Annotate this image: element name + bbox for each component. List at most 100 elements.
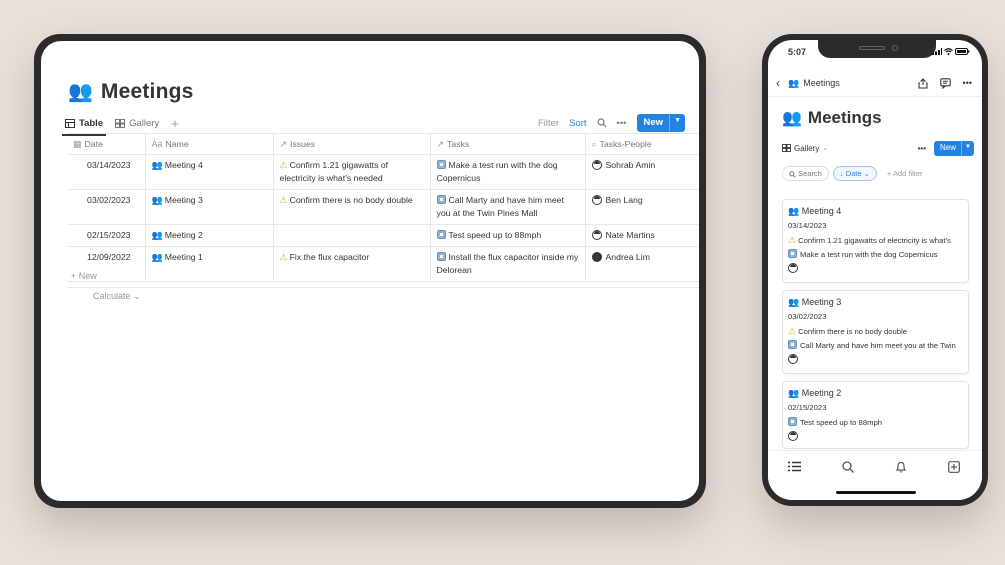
avatar [591, 195, 602, 205]
bell-icon[interactable] [895, 461, 907, 473]
gallery-card[interactable]: 👥 Meeting 2 02/15/2023 Test speed up to … [782, 381, 969, 449]
divider [768, 96, 982, 97]
cell-name[interactable]: 👥 Meeting 4 [145, 154, 274, 190]
wifi-icon [943, 48, 953, 56]
cell-person[interactable]: Nate Martins [585, 224, 699, 247]
table-header-row: ▦ Date Aa Name ↗ Issues ↗ Tasks ⌕ Tasks-Peopl… [67, 133, 699, 155]
comment-icon[interactable] [939, 77, 951, 89]
sort-button[interactable]: Sort [569, 118, 586, 129]
phone-screen: 5:07 ‹ 👥 Meetings ••• 👥 Meetings Gallery… [768, 40, 982, 500]
notch [818, 40, 936, 58]
gallery-card[interactable]: 👥 Meeting 3 03/02/2023 ⚠ Confirm there is… [782, 290, 969, 374]
cell-task[interactable]: Install the flux capacitor inside my Del… [430, 246, 586, 282]
view-toolbar: Table Gallery + Filter Sort ••• New ▼ [61, 113, 685, 136]
column-header-name[interactable]: Aa Name [145, 133, 274, 155]
new-page-icon[interactable] [948, 461, 960, 473]
table-row[interactable]: 03/02/2023 👥 Meeting 3 ⚠ Confirm there is … [67, 189, 699, 225]
column-header-tasks[interactable]: ↗ Tasks [430, 133, 586, 155]
relation-arrow-icon: ↗ [279, 138, 288, 149]
cell-issue[interactable]: ⚠ Fix the flux capacitor [273, 246, 431, 282]
people-icon: 👥 [68, 81, 93, 103]
relation-arrow-icon: ↗ [436, 138, 445, 149]
tab-gallery-label: Gallery [129, 117, 160, 129]
cell-name[interactable]: 👥 Meeting 1 [145, 246, 274, 282]
bottom-tab-bar [768, 450, 982, 500]
list-icon[interactable] [788, 461, 801, 472]
column-header-tasks-people[interactable]: ⌕ Tasks-People [585, 133, 699, 155]
new-button-label: New [940, 142, 957, 152]
gallery-card[interactable]: 👥 Meeting 4 03/14/2023 ⚠ Confirm 1.21 gig… [782, 199, 969, 283]
table-row[interactable]: 12/09/2022 👥 Meeting 1 ⚠ Fix the flux capa… [67, 246, 699, 282]
text-icon: Aa [151, 139, 163, 149]
cell-name[interactable]: 👥 Meeting 3 [145, 189, 274, 225]
page-title: 👥 Meetings [782, 108, 882, 128]
cell-person[interactable]: Sohrab Amin [585, 154, 699, 190]
cell-task[interactable]: Call Marty and have him meet you at the … [430, 189, 586, 225]
more-icon[interactable]: ••• [617, 118, 627, 129]
new-button[interactable]: New ▼ [934, 140, 974, 156]
nav-title-text: Meetings [803, 78, 840, 88]
column-header-date[interactable]: ▦ Date [67, 133, 146, 155]
avatar [591, 230, 602, 240]
search-icon [789, 170, 796, 178]
people-icon: 👥 [782, 110, 802, 127]
add-filter-button[interactable]: + Add filter [887, 169, 923, 178]
avatar [788, 431, 798, 441]
card-task: Call Marty and have him meet you at the … [788, 340, 963, 350]
card-issue: ⚠ Confirm 1.21 gigawatts of electricity i… [788, 235, 951, 245]
cell-date[interactable]: 03/14/2023 [67, 154, 146, 190]
tab-table-label: Table [79, 117, 104, 129]
warning-icon: ⚠ [279, 252, 288, 262]
home-indicator [836, 491, 916, 494]
chevron-down-icon: ⌄ [822, 145, 829, 152]
search-chip[interactable]: Search [782, 166, 829, 181]
people-icon: 👥 [788, 206, 800, 216]
cell-issue[interactable] [273, 224, 431, 247]
chevron-down-icon[interactable]: ▼ [961, 140, 974, 156]
view-toolbar: Gallery ⌄ ••• New ▼ [782, 140, 974, 156]
gallery-icon [782, 144, 791, 152]
tab-table[interactable]: Table [61, 113, 107, 136]
warning-icon: ⚠ [279, 160, 288, 170]
tab-gallery[interactable]: Gallery [115, 113, 159, 133]
card-task: Make a test run with the dog Copernicus [788, 249, 963, 259]
calculate-button[interactable]: Calculate ⌄ [93, 291, 141, 302]
page-title: 👥 Meetings [68, 79, 194, 104]
back-icon[interactable]: ‹ [776, 76, 780, 90]
warning-icon: ⚠ [788, 326, 797, 336]
table-icon [65, 118, 75, 128]
table-row[interactable]: 02/15/2023 👥 Meeting 2 Test speed up to 8… [67, 224, 699, 247]
page-title-text: Meetings [807, 108, 882, 127]
share-icon[interactable] [917, 77, 928, 89]
cell-task[interactable]: Test speed up to 88mph [430, 224, 586, 247]
cell-issue[interactable]: ⚠ Confirm 1.21 gigawatts of electricity i… [273, 154, 431, 190]
people-icon: 👥 [788, 297, 800, 307]
more-icon[interactable]: ••• [918, 144, 926, 153]
cell-person[interactable]: Andrea Lim [585, 246, 699, 282]
card-title: 👥 Meeting 3 [788, 297, 842, 307]
battery-icon [955, 48, 970, 56]
card-issue: ⚠ Confirm there is no body double [788, 326, 908, 336]
cell-date[interactable]: 02/15/2023 [67, 224, 146, 247]
chevron-down-icon[interactable]: ▼ [669, 114, 685, 132]
cell-task[interactable]: Make a test run with the dog Copernicus [430, 154, 586, 190]
filter-button[interactable]: Filter [538, 118, 559, 129]
search-icon[interactable] [842, 461, 854, 473]
date-sort-chip[interactable]: ↓ Date ⌄ [832, 166, 877, 181]
card-task: Test speed up to 88mph [788, 417, 963, 427]
cell-date[interactable]: 03/02/2023 [67, 189, 146, 225]
task-icon [788, 249, 797, 258]
meetings-table: ▦ Date Aa Name ↗ Issues ↗ Tasks ⌕ Tasks-Peopl… [67, 133, 699, 282]
view-selector[interactable]: Gallery ⌄ [782, 144, 828, 153]
search-icon[interactable] [596, 118, 607, 128]
signal-icon [931, 48, 942, 56]
cell-issue[interactable]: ⚠ Confirm there is no body double [273, 189, 431, 225]
more-icon[interactable]: ••• [963, 78, 972, 89]
cell-name[interactable]: 👥 Meeting 2 [145, 224, 274, 247]
new-button[interactable]: New ▼ [636, 114, 685, 132]
cell-person[interactable]: Ben Lang [585, 189, 699, 225]
add-view-icon[interactable]: + [171, 116, 179, 131]
table-row[interactable]: 03/14/2023 👥 Meeting 4 ⚠ Confirm 1.21 giga… [67, 154, 699, 190]
add-row-button[interactable]: + New [71, 271, 97, 281]
column-header-issues[interactable]: ↗ Issues [273, 133, 431, 155]
